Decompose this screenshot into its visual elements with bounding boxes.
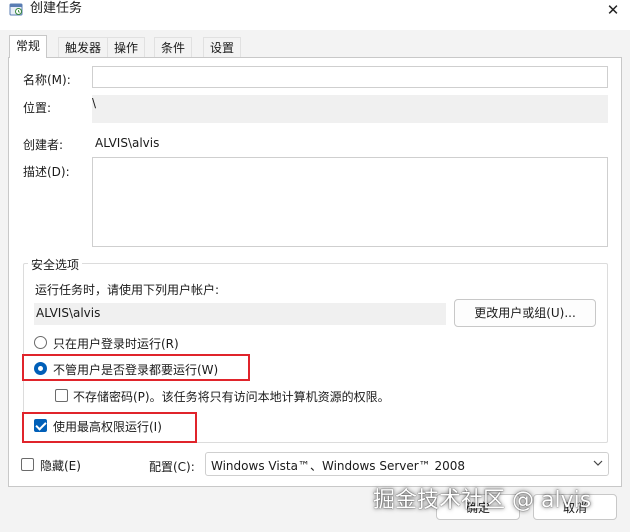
tab-triggers[interactable]: 触发器: [58, 37, 109, 58]
author-value: ALVIS\alvis: [95, 136, 160, 150]
tab-actions[interactable]: 操作: [107, 37, 146, 58]
chevron-down-icon: [593, 460, 603, 466]
highest-privileges-label: 使用最高权限运行(I): [53, 420, 162, 434]
do-not-store-password-checkbox[interactable]: [55, 389, 68, 402]
do-not-store-password-label: 不存储密码(P)。该任务将只有访问本地计算机资源的权限。: [73, 390, 390, 404]
hidden-label: 隐藏(E): [40, 459, 81, 473]
location-field: \: [92, 95, 608, 123]
hidden-checkbox[interactable]: [21, 458, 34, 471]
task-scheduler-icon: [9, 3, 23, 16]
description-label: 描述(D):: [23, 165, 70, 179]
name-input[interactable]: [92, 66, 608, 88]
description-textarea[interactable]: [92, 157, 608, 247]
run-as-prompt: 运行任务时，请使用下列用户帐户:: [35, 283, 220, 297]
window-title: 创建任务: [30, 1, 83, 16]
tab-general[interactable]: 常规: [9, 35, 48, 58]
run-whether-logged-on-radio[interactable]: [34, 362, 47, 375]
user-account-value: ALVIS\alvis: [36, 306, 101, 320]
location-value: \: [92, 96, 97, 110]
configure-for-value: Windows Vista™、Windows Server™ 2008: [211, 459, 466, 473]
tab-settings[interactable]: 设置: [203, 37, 242, 58]
run-only-when-logged-on-radio[interactable]: [34, 336, 47, 349]
watermark-text: 掘金技术社区 @ alvis: [373, 488, 592, 513]
configure-for-select[interactable]: Windows Vista™、Windows Server™ 2008: [205, 452, 609, 476]
name-label: 名称(M):: [23, 73, 71, 87]
change-user-button[interactable]: 更改用户或组(U)...: [454, 299, 596, 327]
title-bar: 创建任务 ✕: [0, 0, 630, 30]
security-options-title: 安全选项: [28, 256, 83, 273]
run-only-when-logged-on-label: 只在用户登录时运行(R): [53, 337, 179, 351]
close-button[interactable]: ✕: [596, 0, 630, 20]
tab-conditions[interactable]: 条件: [154, 37, 193, 58]
user-account-field: ALVIS\alvis: [34, 303, 446, 325]
close-icon: ✕: [606, 1, 620, 19]
author-label: 创建者:: [23, 138, 64, 152]
location-label: 位置:: [23, 101, 52, 115]
highest-privileges-checkbox[interactable]: [34, 419, 47, 432]
configure-for-label: 配置(C):: [149, 460, 195, 474]
run-whether-logged-on-label: 不管用户是否登录都要运行(W): [53, 363, 219, 377]
